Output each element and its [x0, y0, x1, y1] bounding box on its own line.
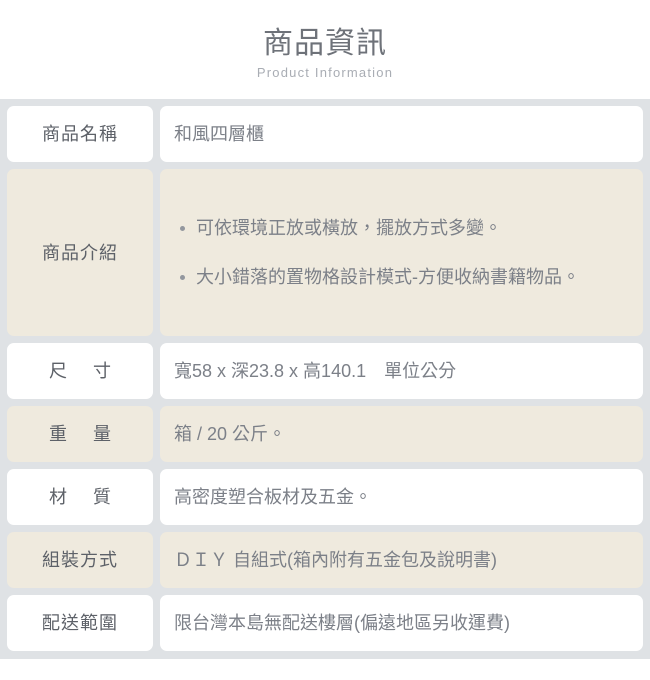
table-row: 商品介紹 可依環境正放或橫放，擺放方式多變。 大小錯落的置物格設計模式-方便收納書籍… [7, 169, 643, 336]
specification-table: 商品名稱 和風四層櫃 商品介紹 可依環境正放或橫放，擺放方式多變。 大小錯落的置物格設計… [0, 99, 650, 659]
page-header: 商品資訊 Product Information [0, 0, 650, 81]
list-item: 大小錯落的置物格設計模式-方便收納書籍物品。 [178, 264, 627, 291]
feature-bullet-list: 可依環境正放或橫放，擺放方式多變。大小錯落的置物格設計模式-方便收納書籍物品。 [178, 215, 627, 291]
table-row: 重量箱 / 20 公斤。 [7, 406, 643, 462]
row-label: 配送範圍 [7, 595, 153, 651]
row-value: 寬58 x 深23.8 x 高140.1 單位公分 [160, 343, 643, 399]
row-label: 商品介紹 [7, 169, 153, 336]
row-label: 商品名稱 [7, 106, 153, 162]
table-row: 材質 高密度塑合板材及五金。 [7, 469, 643, 525]
page-title: 商品資訊 [263, 27, 387, 60]
row-label: 尺寸 [7, 343, 153, 399]
bullet-dot-icon [180, 274, 185, 280]
row-value: 和風四層櫃 [160, 106, 643, 162]
table-row: 組裝方式 ＤＩＹ 自組式(箱內附有五金包及說明書) [7, 532, 643, 588]
list-item-label: 可依環境正放或橫放，擺放方式多變。 [196, 217, 502, 238]
bullet-dot-icon [180, 225, 185, 231]
row-value: 可依環境正放或橫放，擺放方式多變。大小錯落的置物格設計模式-方便收納書籍物品。 [160, 169, 643, 336]
page-subtitle: Product Information [256, 65, 394, 80]
row-label: 材質 [7, 469, 153, 525]
list-item-label: 大小錯落的置物格設計模式-方便收納書籍物品。 [196, 266, 580, 287]
row-value: 箱 / 20 公斤。 [160, 406, 643, 462]
row-value: 限台灣本島無配送樓層(偏遠地區另收運費) [160, 595, 643, 651]
product-information-page: 商品資訊 Product Information 商品名稱 和風四層櫃 商品介紹 可依… [0, 0, 650, 680]
list-item: 可依環境正放或橫放，擺放方式多變。 [178, 215, 627, 242]
table-row: 配送範圍 限台灣本島無配送樓層(偏遠地區另收運費) [7, 595, 643, 651]
row-value: ＤＩＹ 自組式(箱內附有五金包及說明書) [160, 532, 643, 588]
row-value: 高密度塑合板材及五金。 [160, 469, 643, 525]
row-label: 組裝方式 [7, 532, 153, 588]
table-row: 尺寸 寬58 x 深23.8 x 高140.1 單位公分 [7, 343, 643, 399]
table-row: 商品名稱 和風四層櫃 [7, 106, 643, 162]
row-label: 重量 [7, 406, 153, 462]
